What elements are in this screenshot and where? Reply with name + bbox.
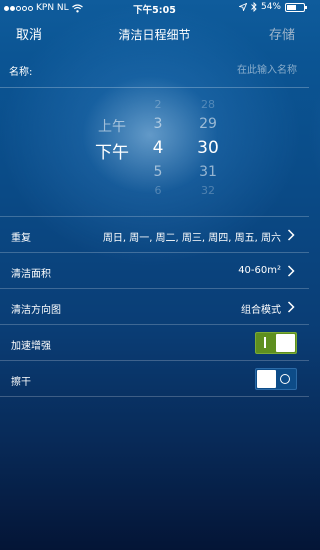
save-button[interactable]: 存储 bbox=[269, 24, 295, 43]
hour-option[interactable]: 2 bbox=[140, 98, 176, 111]
battery-fill bbox=[287, 4, 296, 10]
minute-option-selected[interactable]: 30 bbox=[185, 138, 231, 158]
hour-option[interactable]: 3 bbox=[140, 116, 176, 132]
name-input[interactable] bbox=[117, 59, 297, 81]
repeat-value: 周日, 周一, 周二, 周三, 周四, 周五, 周六 bbox=[102, 233, 281, 244]
area-value: 40-60m² bbox=[238, 265, 281, 276]
toggle-knob[interactable] bbox=[276, 334, 295, 352]
ampm-option-am[interactable]: 上午 bbox=[84, 116, 140, 136]
minute-option[interactable]: 29 bbox=[185, 116, 231, 132]
area-row[interactable]: 清洁面积 40-60m² bbox=[0, 252, 309, 288]
battery-icon bbox=[285, 2, 307, 12]
repeat-label: 重复 bbox=[11, 233, 31, 244]
area-label: 清洁面积 bbox=[11, 269, 51, 280]
minute-option[interactable]: 31 bbox=[185, 164, 231, 180]
page-title: 清洁日程细节 bbox=[118, 28, 191, 42]
name-label: 名称: bbox=[9, 67, 33, 78]
battery-percent: 54% bbox=[260, 2, 281, 12]
dry-label: 擦干 bbox=[11, 377, 31, 388]
hour-option[interactable]: 6 bbox=[140, 184, 176, 197]
repeat-row[interactable]: 重复 周日, 周一, 周二, 周三, 周四, 周五, 周六 bbox=[0, 216, 309, 252]
chevron-right-icon bbox=[287, 265, 295, 277]
boost-row: 加速增强 bbox=[0, 324, 309, 360]
location-arrow-icon bbox=[238, 3, 247, 11]
minute-option[interactable]: 28 bbox=[185, 98, 231, 111]
minute-option[interactable]: 32 bbox=[185, 184, 231, 197]
boost-label: 加速增强 bbox=[11, 341, 51, 352]
chevron-right-icon bbox=[287, 229, 295, 241]
toggle-knob[interactable] bbox=[257, 370, 276, 388]
name-row: 名称: bbox=[0, 54, 309, 88]
dry-toggle[interactable] bbox=[255, 368, 297, 390]
boost-toggle[interactable] bbox=[255, 332, 297, 354]
dry-row: 擦干 bbox=[0, 360, 309, 396]
direction-row[interactable]: 清洁方向图 组合模式 bbox=[0, 288, 309, 324]
bluetooth-icon bbox=[251, 2, 257, 12]
hour-option[interactable]: 5 bbox=[140, 164, 176, 180]
nav-bar: 取消 清洁日程细节 存储 bbox=[0, 16, 309, 50]
ampm-option-pm[interactable]: 下午 bbox=[84, 138, 140, 163]
hour-option-selected[interactable]: 4 bbox=[140, 138, 176, 158]
status-bar: KPN NL 下午5:05 54% bbox=[0, 0, 309, 16]
status-right: 54% bbox=[238, 2, 307, 12]
cancel-button[interactable]: 取消 bbox=[16, 24, 42, 43]
direction-label: 清洁方向图 bbox=[11, 305, 61, 316]
chevron-right-icon bbox=[287, 301, 295, 313]
toggle-off-mark bbox=[280, 374, 290, 384]
direction-value: 组合模式 bbox=[241, 305, 281, 316]
time-picker[interactable]: 上午 下午 2 3 4 5 6 28 29 30 31 32 bbox=[0, 92, 309, 212]
toggle-on-mark bbox=[264, 337, 266, 348]
divider bbox=[0, 396, 309, 397]
